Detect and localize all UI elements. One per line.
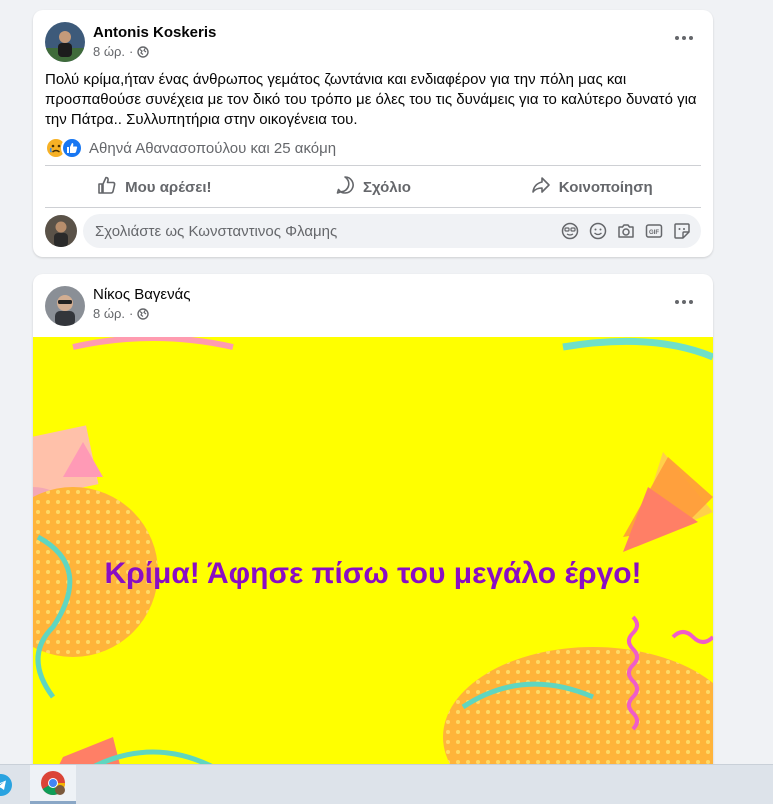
post-image[interactable]: Κρίμα! Άφησε πίσω του μεγάλο έργο! [33,337,713,774]
post-text: Πολύ κρίμα,ήταν ένας άνθρωπος γεμάτος ζω… [45,71,697,128]
image-caption: Κρίμα! Άφησε πίσω του μεγάλο έργο! [104,557,642,590]
more-options-button[interactable] [669,292,699,312]
dot-icon [682,36,686,40]
author-name[interactable]: Νίκος Βαγενάς [93,286,191,303]
author-name[interactable]: Antonis Koskeris [93,24,216,41]
reactions-summary[interactable]: Αθηνά Αθανασοπούλου και 25 ακόμη [45,137,336,159]
post-time[interactable]: 8 ώρ. [93,44,125,59]
dot-icon [682,300,686,304]
taskbar [0,764,773,804]
comment-composer: Σχολιάστε ως Κωνσταντινος Φλαμης GIF [45,213,701,249]
telegram-icon[interactable] [0,765,16,804]
divider [45,207,701,208]
post-meta: 8 ώρ. · [93,306,150,321]
share-button[interactable]: Κοινοποίηση [482,167,701,207]
sticker-icon[interactable] [673,222,691,240]
meta-separator: · [129,306,134,321]
share-label: Κοινοποίηση [558,178,653,196]
dot-icon [675,300,679,304]
comment-button[interactable]: Σχόλιο [264,167,483,207]
gif-icon[interactable]: GIF [645,222,663,240]
divider [45,165,701,166]
comment-placeholder: Σχολιάστε ως Κωνσταντινος Φλαμης [95,222,338,240]
like-reaction-icon [61,137,83,159]
avatar-sticker-icon[interactable] [561,222,579,240]
thumbs-up-icon [97,175,117,199]
dot-icon [675,36,679,40]
post-meta: 8 ώρ. · [93,44,150,59]
more-options-button[interactable] [669,28,699,48]
post-card: Νίκος Βαγενάς 8 ώρ. · Κρίμα! Άφησε πίσω … [33,274,713,774]
emoji-icon[interactable] [589,222,607,240]
reactions-text: Αθηνά Αθανασοπούλου και 25 ακόμη [89,139,337,157]
post-card: Antonis Koskeris 8 ώρ. · Πολύ κρίμα,ήταν… [33,10,713,257]
dot-icon [689,36,693,40]
author-avatar[interactable] [45,22,85,62]
banner-decoration [33,337,713,774]
comment-input[interactable]: Σχολιάστε ως Κωνσταντινος Φλαμης GIF [83,214,701,248]
gif-label: GIF [649,230,659,236]
globe-icon[interactable] [137,45,150,58]
speech-bubble-icon [335,175,355,199]
current-user-avatar[interactable] [45,215,77,247]
share-arrow-icon [531,175,551,199]
dot-icon [689,300,693,304]
like-label: Μου αρέσει! [125,178,212,196]
author-avatar[interactable] [45,286,85,326]
post-actions: Μου αρέσει! Σχόλιο Κοινοποίηση [45,167,701,207]
post-time[interactable]: 8 ώρ. [93,306,125,321]
like-button[interactable]: Μου αρέσει! [45,167,264,207]
camera-icon[interactable] [617,222,635,240]
comment-label: Σχόλιο [363,178,411,196]
globe-icon[interactable] [137,307,150,320]
meta-separator: · [129,44,134,59]
chrome-icon[interactable] [30,765,76,804]
